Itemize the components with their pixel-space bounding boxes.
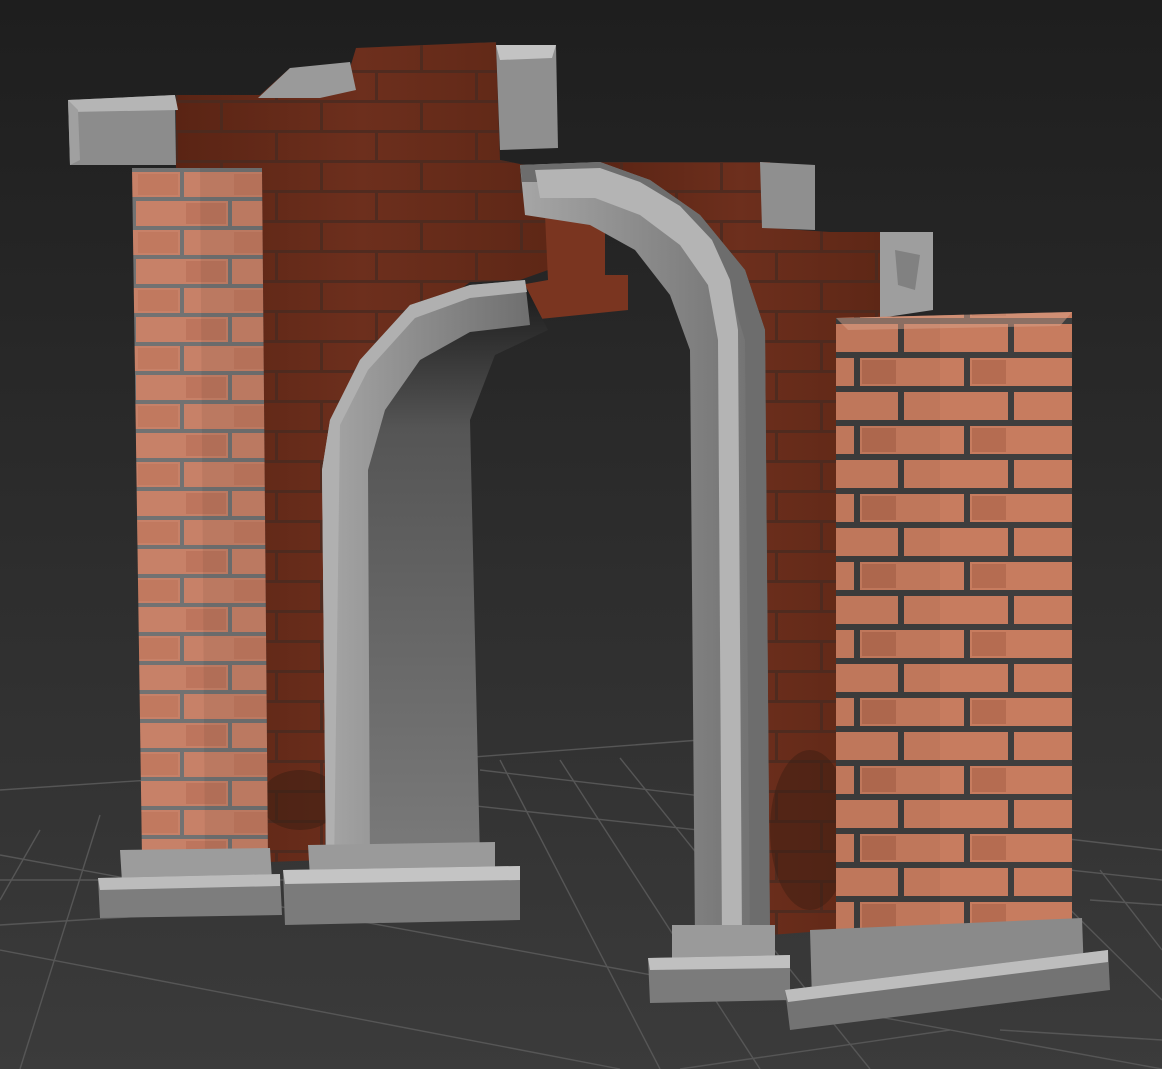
right-brick-pillar [836,312,1072,985]
stone-cap-left [68,95,178,165]
archway-render [0,0,1162,1069]
left-brick-pillar [132,168,268,862]
3d-viewport[interactable] [0,0,1162,1069]
